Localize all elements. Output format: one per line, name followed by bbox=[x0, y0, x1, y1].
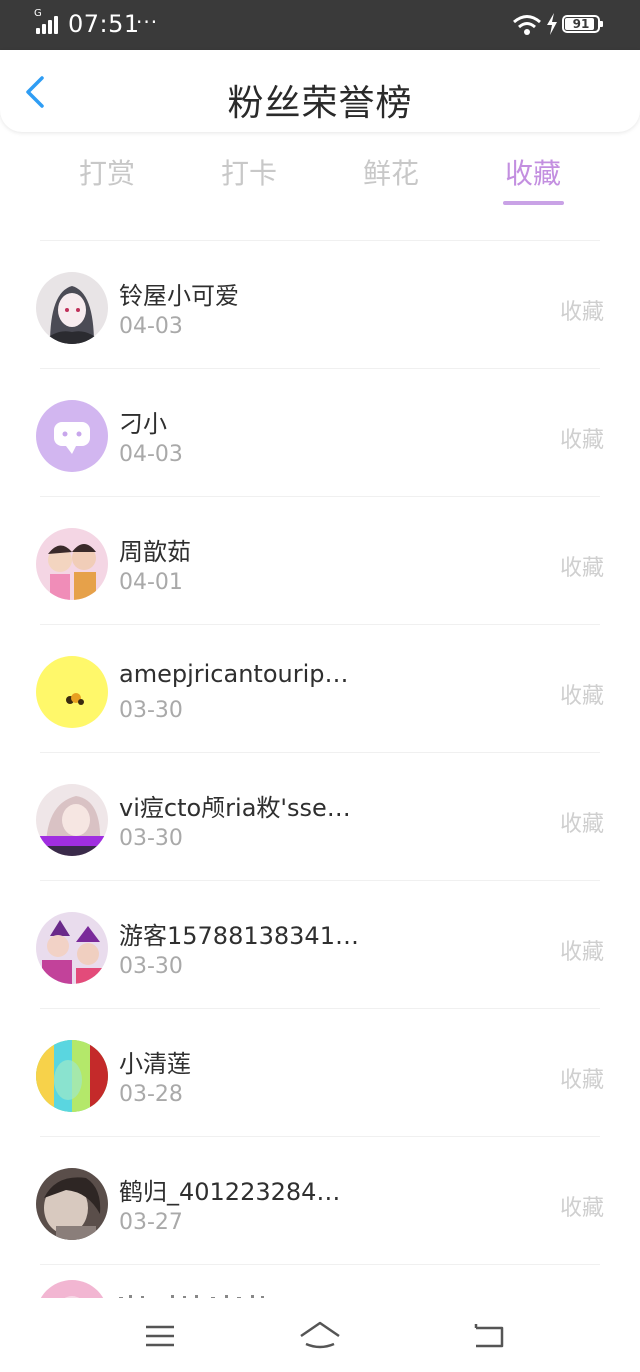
favorite-date: 04-01 bbox=[119, 570, 183, 595]
user-name: 游客1578813834123 bbox=[119, 922, 359, 950]
favorite-date: 03-28 bbox=[119, 1082, 183, 1107]
battery-icon: 91 bbox=[562, 15, 600, 33]
back-nav-button[interactable] bbox=[470, 1316, 510, 1356]
status-time: 07:51 bbox=[68, 10, 140, 38]
list-item-partial[interactable] bbox=[0, 1264, 640, 1298]
anime-girl-avatar bbox=[36, 272, 108, 344]
pink-avatar bbox=[36, 1280, 108, 1298]
favorite-date: 04-03 bbox=[119, 314, 183, 339]
active-tab-indicator bbox=[503, 201, 564, 205]
user-name: 周歆茹 bbox=[119, 538, 191, 566]
partial-name-text bbox=[119, 1288, 269, 1298]
signal-icon bbox=[36, 12, 62, 34]
favorite-date: 03-30 bbox=[119, 954, 183, 979]
tab-bar: 打赏 打卡 鲜花 收藏 bbox=[0, 140, 640, 210]
user-name: amepjricantourip… bbox=[119, 660, 349, 688]
user-name: 铃屋小可爱 bbox=[119, 282, 239, 310]
page-title: 粉丝荣誉榜 bbox=[227, 83, 413, 124]
favorite-label: 收藏 bbox=[559, 1068, 604, 1093]
favorite-date: 04-03 bbox=[119, 442, 183, 467]
status-bar: G 07:51 ··· 91 bbox=[0, 0, 640, 50]
list-item[interactable]: 铃屋小可爱 04-03 收藏 bbox=[0, 240, 640, 368]
list-item[interactable]: amepjricantourip… 03-30 收藏 bbox=[0, 624, 640, 752]
list-item[interactable]: 游客1578813834123 03-30 收藏 bbox=[0, 880, 640, 1008]
favorite-label: 收藏 bbox=[559, 684, 604, 709]
kids-photo-avatar bbox=[36, 528, 108, 600]
group-photo-avatar bbox=[36, 912, 108, 984]
user-name: 刁小 bbox=[119, 410, 167, 438]
favorite-label: 收藏 bbox=[559, 812, 604, 837]
list-item[interactable]: 周歆茹 04-01 收藏 bbox=[0, 496, 640, 624]
dark-photo-avatar bbox=[36, 1168, 108, 1240]
list-item[interactable]: 刁小 04-03 收藏 bbox=[0, 368, 640, 496]
tab-favorites[interactable]: 收藏 bbox=[483, 152, 583, 192]
favorite-label: 收藏 bbox=[559, 556, 604, 581]
favorite-label: 收藏 bbox=[559, 1196, 604, 1221]
tab-checkin[interactable]: 打卡 bbox=[199, 152, 299, 192]
yellow-avatar bbox=[36, 656, 108, 728]
tab-reward[interactable]: 打赏 bbox=[57, 152, 157, 192]
menu-button[interactable] bbox=[140, 1316, 180, 1356]
colorful-avatar bbox=[36, 1040, 108, 1112]
favorite-label: 收藏 bbox=[559, 940, 604, 965]
tab-flowers[interactable]: 鲜花 bbox=[341, 152, 441, 192]
list-item[interactable]: 小清莲 03-28 收藏 bbox=[0, 1008, 640, 1136]
charging-icon bbox=[547, 13, 557, 35]
favorite-date: 03-30 bbox=[119, 826, 183, 851]
home-button[interactable] bbox=[298, 1316, 342, 1356]
favorite-date: 03-30 bbox=[119, 698, 183, 723]
wifi-icon bbox=[513, 15, 541, 35]
list-item[interactable]: 鹤归_401223284… 03-27 收藏 bbox=[0, 1136, 640, 1264]
user-name: 鹤归_401223284… bbox=[119, 1178, 341, 1206]
page-header: 粉丝荣誉榜 bbox=[0, 50, 640, 132]
girl-photo-avatar bbox=[36, 784, 108, 856]
status-more-indicator: ··· bbox=[136, 10, 159, 34]
user-name: vi痘cto颅ria敉'sse… bbox=[119, 794, 351, 822]
favorite-label: 收藏 bbox=[559, 428, 604, 453]
user-name: 小清莲 bbox=[119, 1050, 191, 1078]
chat-bubble-avatar bbox=[36, 400, 108, 472]
favorite-date: 03-27 bbox=[119, 1210, 183, 1235]
home-icon bbox=[300, 1321, 340, 1349]
menu-icon bbox=[146, 1325, 174, 1347]
battery-tip bbox=[600, 21, 603, 27]
list-item[interactable]: vi痘cto颅ria敉'sse… 03-30 收藏 bbox=[0, 752, 640, 880]
favorite-label: 收藏 bbox=[559, 300, 604, 325]
battery-level: 91 bbox=[572, 17, 590, 31]
system-nav-bar bbox=[0, 1298, 640, 1372]
back-icon bbox=[474, 1324, 504, 1348]
